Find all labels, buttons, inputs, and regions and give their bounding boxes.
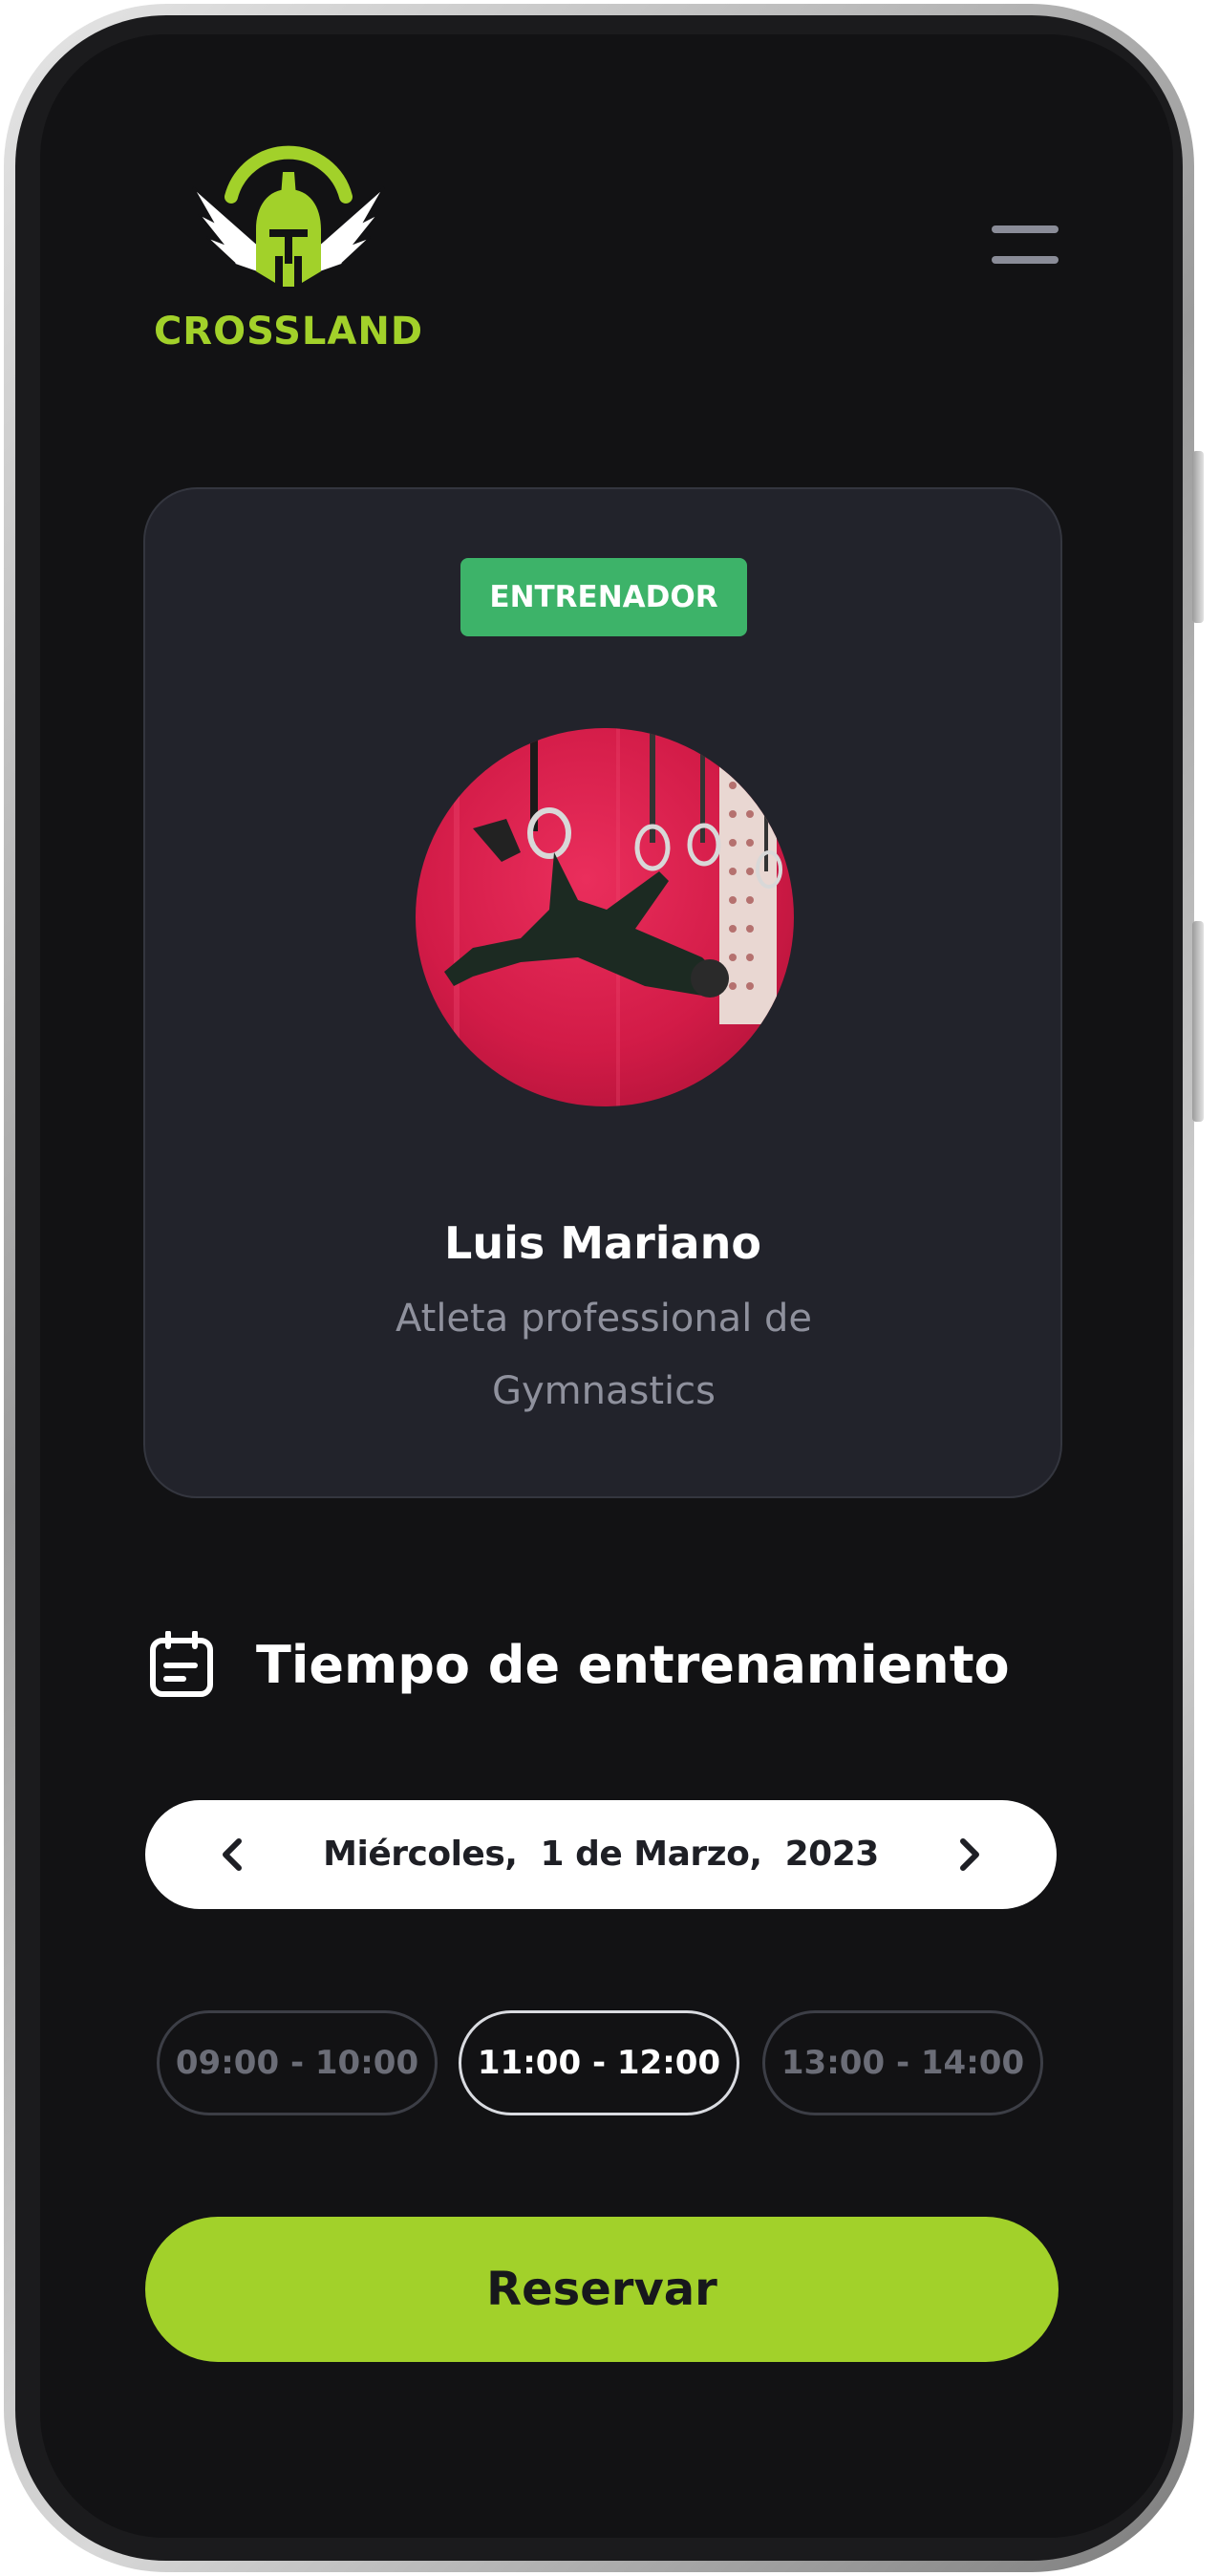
schedule-title: Tiempo de entrenamiento [256,1634,1010,1695]
next-date-button[interactable] [944,1829,995,1880]
crossland-logo[interactable]: CROSSLAND [145,130,432,397]
chevron-right-icon [960,1838,979,1871]
side-button-upper [1192,451,1204,623]
time-slot-0900[interactable]: 09:00 - 10:00 [157,2010,438,2115]
brand-name: CROSSLAND [153,310,424,354]
trainer-badge: ENTRENADOR [460,558,747,636]
reserve-button[interactable]: Reservar [145,2217,1059,2362]
schedule-section-title: Tiempo de entrenamiento [149,1626,1010,1703]
trainer-name: Luis Mariano [444,1217,761,1269]
hamburger-menu-icon[interactable] [992,225,1059,269]
menu-bar [992,256,1059,264]
spartan-helmet-icon [192,145,385,287]
menu-bar [992,225,1059,233]
selected-date: Miércoles, 1 de Marzo, 2023 [323,1835,879,1874]
trainer-description: Atleta professional de Gymnastics [395,1297,813,1413]
gymnast-on-rings-photo [444,728,782,1106]
time-slot-1100[interactable]: 11:00 - 12:00 [459,2010,739,2115]
trainer-card: ENTRENADOR Luis Mariano Atleta professio… [143,487,1062,1498]
calendar-icon [150,1631,213,1697]
app-screen: CROSSLAND ENTRENADOR Luis Mariano Atleta… [40,34,1173,2538]
side-button-lower [1192,921,1204,1122]
date-selector: Miércoles, 1 de Marzo, 2023 [145,1800,1057,1909]
trainer-avatar [416,728,794,1106]
time-slot-1300[interactable]: 13:00 - 14:00 [762,2010,1043,2115]
